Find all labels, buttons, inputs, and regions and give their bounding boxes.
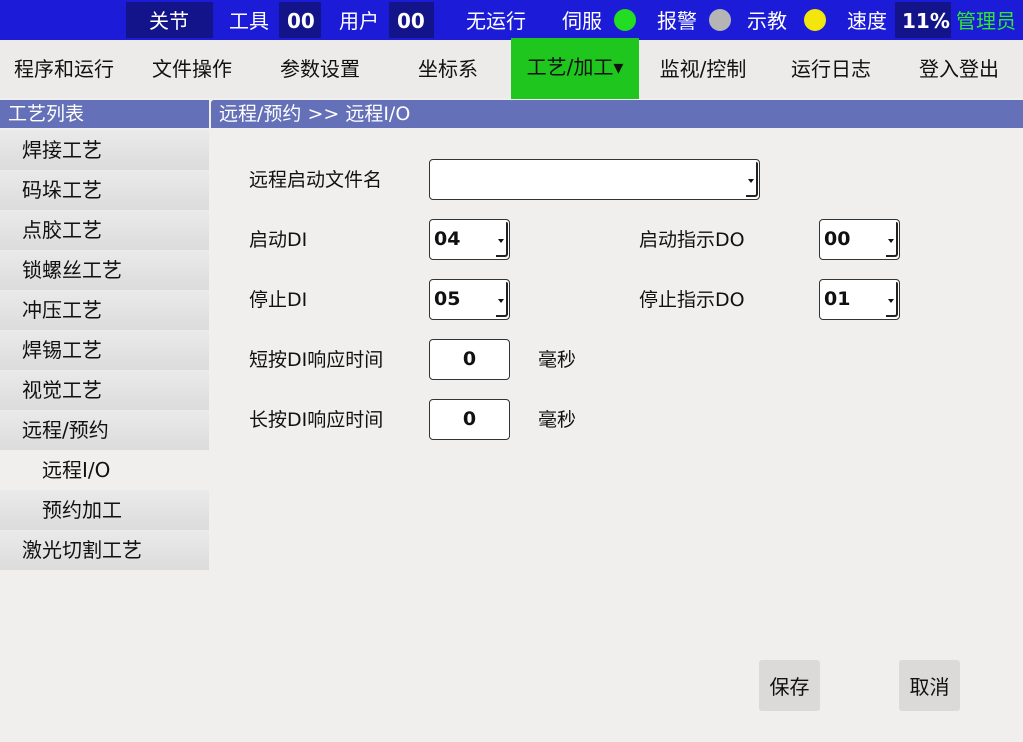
long-press-input[interactable]: 0 (429, 399, 510, 440)
sidebar-item-dispensing[interactable]: 点胶工艺 (0, 210, 209, 250)
remote-start-file-label: 远程启动文件名 (249, 169, 383, 191)
menu-param-settings[interactable]: 参数设置 (256, 40, 384, 98)
status-bar: 关节 工具 00 用户 00 无运行 伺服 报警 示教 速度 11% 管理员 (0, 0, 1023, 40)
remote-start-file-select[interactable] (429, 159, 760, 200)
speed-value[interactable]: 11% (902, 0, 950, 40)
servo-label: 伺服 (562, 9, 602, 33)
start-do-select[interactable]: 00 (819, 219, 900, 260)
chevron-down-icon (496, 222, 508, 257)
save-button[interactable]: 保存 (759, 660, 820, 711)
menu-login-logout[interactable]: 登入登出 (895, 40, 1023, 98)
stop-do-value: 01 (824, 288, 851, 310)
run-state: 无运行 (466, 9, 526, 33)
sidebar-item-vision[interactable]: 视觉工艺 (0, 370, 209, 410)
sidebar-item-laser-cutting[interactable]: 激光切割工艺 (0, 530, 209, 570)
short-press-unit: 毫秒 (538, 349, 577, 371)
user-role: 管理员 (956, 9, 1016, 33)
menu-run-log[interactable]: 运行日志 (767, 40, 895, 98)
menu-monitor-control[interactable]: 监视/控制 (639, 40, 767, 98)
sidebar-item-palletizing[interactable]: 码垛工艺 (0, 170, 209, 210)
sidebar-item-remote-schedule[interactable]: 远程/预约 (0, 410, 209, 450)
stop-di-label: 停止DI (249, 289, 308, 311)
cancel-button[interactable]: 取消 (899, 660, 960, 711)
start-do-label: 启动指示DO (639, 229, 745, 251)
menu-process-machining[interactable]: 工艺/加工▾ (511, 38, 639, 99)
teach-indicator-icon (804, 9, 826, 31)
start-di-select[interactable]: 04 (429, 219, 510, 260)
chevron-down-icon (496, 282, 508, 317)
short-press-input[interactable]: 0 (429, 339, 510, 380)
stop-di-value: 05 (434, 288, 461, 310)
user-label: 用户 (339, 9, 379, 33)
teach-label: 示教 (747, 9, 787, 33)
alarm-label: 报警 (657, 9, 697, 33)
start-do-value: 00 (824, 228, 851, 250)
sidebar-item-scheduled-machining[interactable]: 预约加工 (0, 490, 209, 530)
tool-value[interactable]: 00 (287, 0, 315, 40)
user-value[interactable]: 00 (397, 0, 425, 40)
long-press-unit: 毫秒 (538, 409, 577, 431)
long-press-label: 长按DI响应时间 (249, 409, 384, 431)
sidebar-item-stamping[interactable]: 冲压工艺 (0, 290, 209, 330)
process-list-title: 工艺列表 (0, 100, 209, 128)
start-di-value: 04 (434, 228, 461, 250)
stop-do-label: 停止指示DO (639, 289, 745, 311)
start-di-label: 启动DI (249, 229, 308, 251)
stop-do-select[interactable]: 01 (819, 279, 900, 320)
sidebar-item-screw-locking[interactable]: 锁螺丝工艺 (0, 250, 209, 290)
servo-indicator-icon (614, 9, 636, 31)
joint-mode-label: 关节 (149, 9, 189, 33)
speed-label: 速度 (847, 9, 887, 33)
menu-program-run[interactable]: 程序和运行 (0, 40, 128, 98)
sidebar-item-soldering[interactable]: 焊锡工艺 (0, 330, 209, 370)
chevron-down-icon (886, 282, 898, 317)
chevron-down-icon (886, 222, 898, 257)
main-menu: 程序和运行 文件操作 参数设置 坐标系 工艺/加工▾ 监视/控制 运行日志 登入… (0, 38, 1023, 99)
sidebar-item-welding[interactable]: 焊接工艺 (0, 130, 209, 170)
tool-label: 工具 (229, 9, 269, 33)
breadcrumb: 远程/预约 >> 远程I/O (211, 100, 1023, 128)
short-press-label: 短按DI响应时间 (249, 349, 384, 371)
sidebar-item-remote-io[interactable]: 远程I/O (0, 450, 209, 490)
stop-di-select[interactable]: 05 (429, 279, 510, 320)
menu-coordinate-system[interactable]: 坐标系 (384, 40, 512, 98)
alarm-indicator-icon (709, 9, 731, 31)
chevron-down-icon (746, 162, 758, 197)
menu-file-ops[interactable]: 文件操作 (128, 40, 256, 98)
